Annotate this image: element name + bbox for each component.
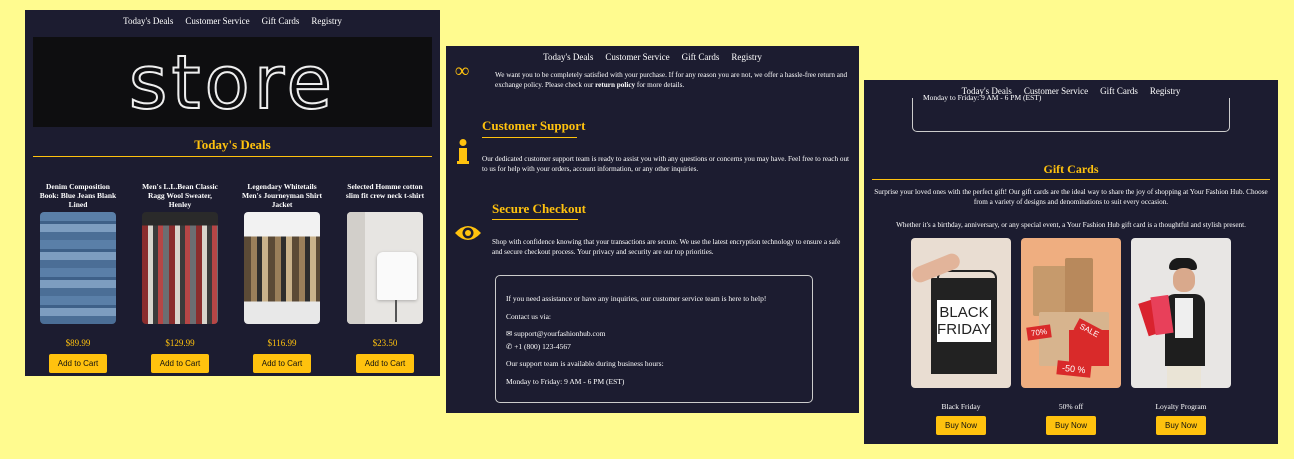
returns-icon: ∞ [455,60,470,82]
gift-image-black-friday[interactable]: BLACK FRIDAY [911,238,1011,388]
customer-support-heading: Customer Support [482,118,586,133]
buy-now-button[interactable]: Buy Now [935,416,986,435]
gift-card-item: 70% SALE -50 % 50% off Buy Now [1021,238,1121,435]
product-image-tshirt[interactable] [347,212,423,324]
contact-intro: If you need assistance or have any inqui… [506,294,767,303]
product-image-jacket[interactable] [244,212,320,324]
contact-phone[interactable]: +1 (800) 123-4567 [514,342,571,351]
gift-text-intro: Surprise your loved ones with the perfec… [874,188,1268,206]
eye-icon [454,224,482,242]
business-hours: Monday to Friday: 9 AM - 6 PM (EST) [923,93,1042,102]
business-hours: Monday to Friday: 9 AM - 6 PM (EST) [506,377,625,386]
gift-card-caption: Loyalty Program [1155,402,1207,411]
contact-email-row: ✉ support@yourfashionhub.com [506,329,605,338]
gift-card-item: BLACK FRIDAY Black Friday Buy Now [911,238,1011,435]
top-nav: Today's Deals Customer Service Gift Card… [25,10,440,34]
add-to-cart-button[interactable]: Add to Cart [150,354,210,373]
product-card: Denim Composition Book: Blue Jeans Blank… [37,182,119,373]
nav-gift-cards[interactable]: Gift Cards [682,52,720,70]
gift-cards-heading: Gift Cards [1043,162,1099,176]
top-nav: Today's Deals Customer Service Gift Card… [446,46,859,70]
gift-card-caption: Black Friday [941,402,981,411]
product-price: $23.50 [372,338,398,348]
gift-card-item: Loyalty Program Buy Now [1131,238,1231,435]
heading-underline [482,137,577,138]
checkout-text: Shop with confidence knowing that your t… [492,238,841,256]
product-card: Selected Homme cotton slim fit crew neck… [344,182,426,373]
customer-service-panel: Today's Deals Customer Service Gift Card… [446,46,859,413]
nav-todays-deals[interactable]: Today's Deals [123,16,173,34]
product-price: $129.99 [165,338,195,348]
gift-image-loyalty[interactable] [1131,238,1231,388]
gift-cards-panel: Today's Deals Customer Service Gift Card… [864,80,1278,444]
envelope-icon: ✉ [506,329,513,338]
product-card: Men's L.L.Bean Classic Ragg Wool Sweater… [139,182,221,373]
divider [33,156,432,157]
secure-checkout-heading: Secure Checkout [492,201,587,216]
product-title[interactable]: Legendary Whitetails Men's Journeyman Sh… [241,182,323,212]
contact-box-bottom: Monday to Friday: 9 AM - 6 PM (EST) [912,93,1230,132]
buy-now-button[interactable]: Buy Now [1045,416,1096,435]
add-to-cart-button[interactable]: Add to Cart [252,354,312,373]
add-to-cart-button[interactable]: Add to Cart [48,354,108,373]
heading-underline [492,219,578,220]
product-image-denim[interactable] [40,212,116,324]
buy-now-button[interactable]: Buy Now [1155,416,1206,435]
product-price: $116.99 [267,338,297,348]
support-text: Our dedicated customer support team is r… [482,155,850,173]
nav-customer-service[interactable]: Customer Service [185,16,249,34]
hero-banner: store [33,37,432,127]
product-title[interactable]: Selected Homme cotton slim fit crew neck… [344,182,426,212]
info-icon [456,139,470,165]
phone-icon: ✆ [506,342,513,351]
divider [872,179,1270,180]
deals-heading: Today's Deals [194,137,271,152]
product-title[interactable]: Denim Composition Book: Blue Jeans Blank… [37,182,119,212]
black-friday-line-1: BLACK [939,304,989,321]
contact-via: Contact us via: [506,312,551,321]
product-title[interactable]: Men's L.L.Bean Classic Ragg Wool Sweater… [139,182,221,212]
hours-intro: Our support team is available during bus… [506,359,664,368]
store-home-panel: Today's Deals Customer Service Gift Card… [25,10,440,376]
add-to-cart-button[interactable]: Add to Cart [355,354,415,373]
contact-box: If you need assistance or have any inqui… [495,275,813,403]
product-price: $89.99 [65,338,91,348]
product-card: Legendary Whitetails Men's Journeyman Sh… [241,182,323,373]
returns-text: We want you to be completely satisfied w… [495,71,848,89]
return-policy-link[interactable]: return policy [595,81,635,89]
product-image-sweater[interactable] [142,212,218,324]
neon-store-sign: store [128,39,337,127]
gift-card-caption: 50% off [1058,402,1084,411]
nav-registry[interactable]: Registry [731,52,762,70]
gift-text-occasion: Whether it's a birthday, anniversary, or… [896,221,1246,229]
black-friday-line-2: FRIDAY [937,321,991,338]
contact-email[interactable]: support@yourfashionhub.com [514,329,605,338]
nav-gift-cards[interactable]: Gift Cards [262,16,300,34]
contact-phone-row: ✆ +1 (800) 123-4567 [506,342,571,351]
nav-customer-service[interactable]: Customer Service [605,52,669,70]
nav-todays-deals[interactable]: Today's Deals [543,52,593,70]
tag-minus-50: -50 % [1056,360,1092,378]
nav-registry[interactable]: Registry [311,16,342,34]
gift-image-sale[interactable]: 70% SALE -50 % [1021,238,1121,388]
